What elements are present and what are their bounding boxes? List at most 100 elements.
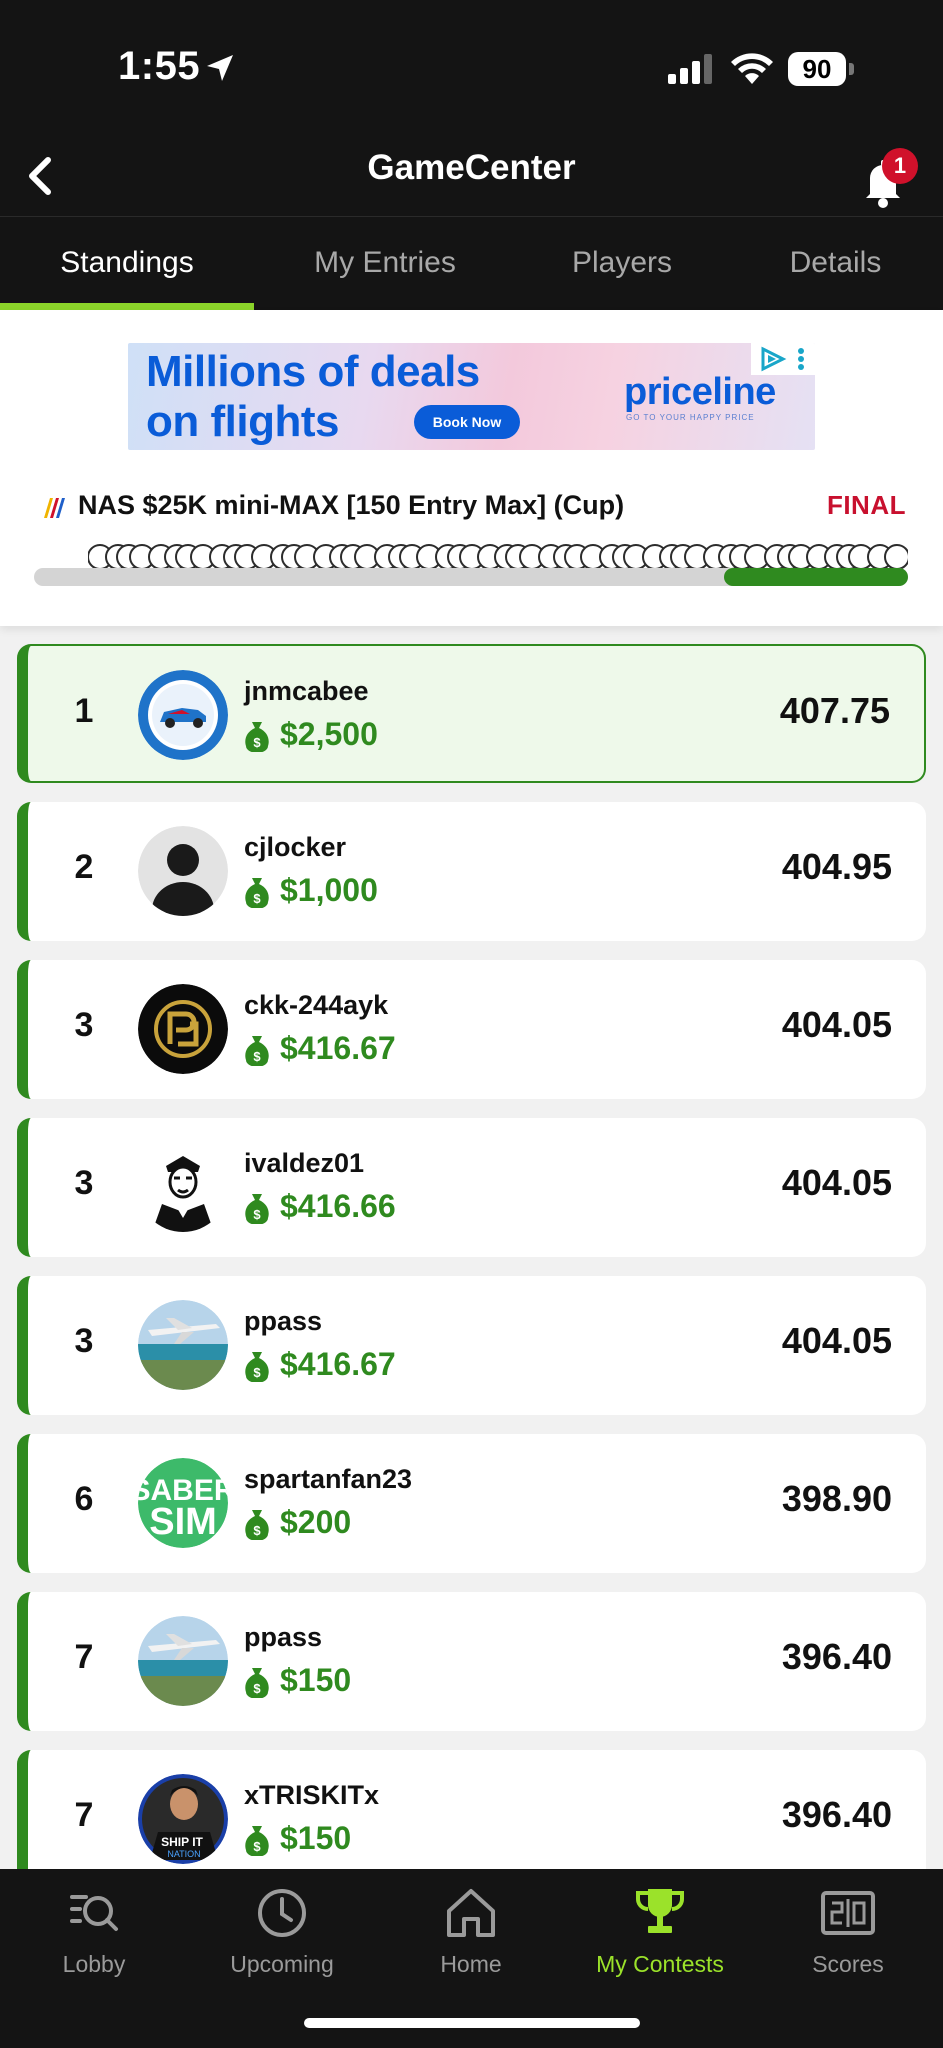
money-bag-icon: $	[245, 1352, 269, 1382]
nav-upcoming[interactable]: Upcoming	[202, 1885, 362, 1995]
fantasy-score: 396.40	[781, 1636, 892, 1677]
fantasy-score: 396.40	[781, 1794, 892, 1835]
progress-fill	[724, 568, 908, 586]
username: cjlocker	[244, 832, 347, 862]
money-bag-icon: $	[245, 1194, 269, 1224]
svg-text:$: $	[253, 891, 261, 906]
username: ivaldez01	[244, 1148, 365, 1178]
clock-icon	[258, 1889, 306, 1937]
ad-brand-logo: priceline	[624, 371, 776, 413]
scoreboard-icon	[821, 1891, 875, 1935]
standing-row[interactable]: 6 SABER SIM spartanfan23 $ $200 398.90	[17, 1434, 926, 1573]
standing-row[interactable]: 3 ivaldez01 $ $416.66 404.05	[17, 1118, 926, 1257]
contest-status: FINAL	[826, 490, 906, 520]
prize-amount: $416.67	[280, 1346, 396, 1382]
standing-row[interactable]: 2 cjlocker $ $1,000 404.95	[17, 802, 926, 941]
prize-amount: $150	[280, 1820, 352, 1856]
svg-text:$: $	[253, 735, 261, 750]
app-header: GameCenter 1	[0, 140, 943, 216]
nav-home[interactable]: Home	[391, 1885, 551, 1995]
nav-scores-label: Scores	[812, 1951, 884, 1977]
fantasy-score: 407.75	[779, 690, 890, 731]
fantasy-score: 404.05	[781, 1004, 892, 1045]
username: ppass	[244, 1306, 323, 1336]
prize-amount: $200	[280, 1504, 352, 1540]
tab-my-entries[interactable]: My Entries	[254, 217, 516, 311]
money-bag-icon: $	[245, 1668, 269, 1698]
battery-indicator: 90	[788, 52, 854, 86]
ad-tagline: GO TO YOUR HAPPY PRICE	[626, 413, 755, 422]
saber-line-2: SIM	[149, 1501, 217, 1543]
nav-my-contests[interactable]: My Contests	[580, 1885, 740, 1995]
ad-banner[interactable]: Millions of deals on flights Book Now pr…	[128, 343, 815, 450]
ad-headline-line1: Millions of deals	[146, 347, 480, 396]
svg-text:$: $	[253, 1681, 261, 1696]
rank: 2	[74, 848, 94, 886]
fantasy-score: 404.05	[781, 1162, 892, 1203]
fantasy-score: 404.95	[781, 846, 892, 887]
gold-emblem-avatar	[138, 984, 228, 1074]
standing-row[interactable]: 3 ppass $ $416.67 404.05	[17, 1276, 926, 1415]
svg-text:$: $	[253, 1839, 261, 1854]
airplane-photo-avatar	[138, 1616, 228, 1706]
notifications-button[interactable]: 1	[848, 144, 918, 214]
prize-amount: $416.66	[280, 1188, 396, 1224]
nav-scores[interactable]: Scores	[768, 1885, 928, 1995]
username: ckk-244ayk	[244, 990, 389, 1020]
svg-text:$: $	[253, 1207, 261, 1222]
nav-home-label: Home	[440, 1951, 502, 1977]
battery-tip	[849, 63, 854, 75]
status-bar: 1:55 90	[0, 0, 943, 140]
rank: 3	[74, 1322, 94, 1360]
standing-row[interactable]: 3 ckk-244ayk $ $416.67 404.05	[17, 960, 926, 1099]
money-bag-icon: $	[245, 1826, 269, 1856]
bottom-nav: Lobby Upcoming Home My Contests Scores	[0, 1869, 943, 2048]
tab-players[interactable]: Players	[516, 217, 728, 311]
prize-amount: $1,000	[280, 872, 378, 908]
saber-sim-avatar: SABER SIM	[138, 1458, 228, 1548]
home-indicator	[304, 2018, 640, 2028]
cellular-signal-icon	[668, 54, 712, 84]
rank: 1	[74, 692, 94, 730]
shipit-line-2: NATION	[167, 1849, 200, 1859]
shipit-line-1: SHIP IT	[161, 1835, 203, 1849]
ship-it-avatar: SHIP IT NATION	[138, 1774, 228, 1864]
username: spartanfan23	[244, 1464, 413, 1494]
money-bag-icon: $	[245, 878, 269, 908]
race-car-avatar	[138, 670, 228, 760]
standing-row[interactable]: 7 ppass $ $150 396.40	[17, 1592, 926, 1731]
username: ppass	[244, 1622, 323, 1652]
page-title: GameCenter	[367, 148, 576, 187]
standing-row[interactable]: 7 SHIP IT NATION xTRISKITx $ $150 396.40	[17, 1750, 926, 1869]
ad-choices[interactable]	[751, 343, 815, 375]
home-icon	[447, 1889, 495, 1937]
tab-details[interactable]: Details	[728, 217, 943, 311]
username: jnmcabee	[244, 676, 369, 706]
svg-text:$: $	[253, 1049, 261, 1064]
tab-standings[interactable]: Standings	[0, 217, 254, 311]
fantasy-score: 398.90	[781, 1478, 892, 1519]
ad-book-now-button[interactable]: Book Now	[414, 405, 520, 439]
contest-summary: Millions of deals on flights Book Now pr…	[0, 310, 943, 626]
rank: 7	[74, 1796, 94, 1834]
contest-name: NAS $25K mini-MAX [150 Entry Max] (Cup)	[78, 490, 625, 520]
nav-lobby[interactable]: Lobby	[14, 1885, 174, 1995]
username: xTRISKITx	[244, 1780, 380, 1810]
status-time: 1:55	[118, 44, 201, 88]
prize-amount: $416.67	[280, 1030, 396, 1066]
nav-lobby-label: Lobby	[62, 1951, 126, 1977]
location-arrow-icon	[207, 55, 233, 81]
nascar-stripes-icon	[44, 498, 65, 518]
standings-list: 1 jnmcabee $ $2,500 407.75 2 cjlocker $ $1,000 40…	[17, 644, 926, 1869]
ad-choices-icon	[761, 346, 804, 372]
fantasy-score: 404.05	[781, 1320, 892, 1361]
prize-amount: $2,500	[280, 716, 378, 752]
lobby-search-icon	[70, 1895, 118, 1931]
entries-progress	[34, 542, 908, 586]
prize-amount: $150	[280, 1662, 352, 1698]
rank: 3	[74, 1006, 94, 1044]
svg-text:$: $	[253, 1365, 261, 1380]
default-silhouette-avatar	[138, 826, 228, 916]
contest-title-row: NAS $25K mini-MAX [150 Entry Max] (Cup) …	[36, 490, 906, 530]
standing-row[interactable]: 1 jnmcabee $ $2,500 407.75	[17, 644, 926, 783]
